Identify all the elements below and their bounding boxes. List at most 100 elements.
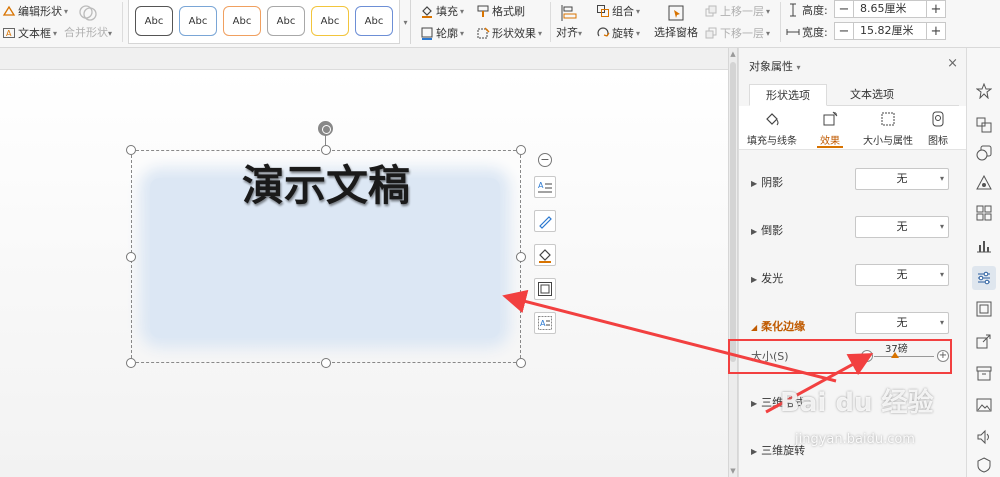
tab-text-options[interactable]: 文本选项 <box>833 84 911 106</box>
panel-tabs: 形状选项 文本选项 <box>749 84 959 106</box>
soft-edges-section-toggle[interactable]: ◢ 柔化边缘 <box>751 318 805 334</box>
shadow-dropdown[interactable]: 无 ▾ <box>855 168 949 190</box>
edit-shape-button[interactable]: 编辑形状 ▾ <box>2 2 68 20</box>
svg-text:A: A <box>538 181 544 190</box>
shield-icon[interactable] <box>975 456 993 474</box>
width-input[interactable]: 15.82厘米 <box>853 23 927 39</box>
fill-color-icon[interactable] <box>975 174 993 192</box>
baidu-watermark-url: jingyan.baidu.com <box>795 432 915 447</box>
ribbon-divider <box>550 2 551 42</box>
right-tool-rail <box>966 48 1000 477</box>
shape-style-4[interactable]: Abc <box>267 6 305 36</box>
float-fill-button[interactable] <box>534 244 556 266</box>
subtab-fill-line[interactable]: 填充与线条 <box>743 108 801 147</box>
subtab-effects[interactable]: 效果 <box>801 108 859 148</box>
svg-text:A: A <box>540 319 546 328</box>
width-increment-button[interactable]: + <box>927 23 945 39</box>
share-icon[interactable] <box>975 332 993 350</box>
audio-icon[interactable] <box>975 428 993 446</box>
close-icon[interactable]: × <box>947 56 958 71</box>
resize-handle-bottom-right[interactable] <box>516 358 526 368</box>
shape-effects-icon <box>476 26 490 40</box>
width-stepper[interactable]: − 15.82厘米 + <box>834 22 946 40</box>
effects-icon <box>821 110 839 128</box>
height-increment-button[interactable]: + <box>927 1 945 17</box>
canvas-scrollbar[interactable]: ▲ ▼ <box>728 48 738 477</box>
resize-handle-right[interactable] <box>516 252 526 262</box>
text-box-button[interactable]: A 文本框 ▾ <box>2 24 57 42</box>
subtab-size-properties[interactable]: 大小与属性 <box>859 108 917 147</box>
fill-button[interactable]: 填充 ▾ <box>420 2 464 20</box>
reflection-section-toggle[interactable]: ▶ 倒影 <box>751 222 783 238</box>
picture-frame-icon[interactable] <box>975 300 993 318</box>
annotation-highlight-box <box>728 339 952 374</box>
float-text-wrap-button[interactable]: A <box>534 312 556 334</box>
group-button[interactable]: 组合 ▾ <box>596 2 640 20</box>
resize-handle-top-right[interactable] <box>516 145 526 155</box>
send-backward-button[interactable]: 下移一层 ▾ <box>704 24 770 42</box>
height-input[interactable]: 8.65厘米 <box>853 1 927 17</box>
tab-shape-options[interactable]: 形状选项 <box>749 84 827 106</box>
copy-icon[interactable] <box>975 144 993 162</box>
subtab-icon[interactable]: 图标 <box>913 108 963 147</box>
float-outline-button[interactable] <box>534 278 556 300</box>
properties-sliders-icon[interactable] <box>972 266 996 290</box>
outline-button[interactable]: 轮廓 ▾ <box>420 24 464 42</box>
glow-section-toggle[interactable]: ▶ 发光 <box>751 270 783 286</box>
resize-handle-bottom-left[interactable] <box>126 358 136 368</box>
fill-bucket-icon <box>539 249 551 263</box>
edit-shape-icon <box>2 4 16 18</box>
scroll-down-icon[interactable]: ▼ <box>729 467 737 475</box>
collapse-toolbar-icon[interactable]: − <box>538 153 552 167</box>
scroll-up-icon[interactable]: ▲ <box>729 50 737 58</box>
float-pen-button[interactable] <box>534 210 556 232</box>
align-button[interactable]: 对齐▾ <box>556 2 582 42</box>
rotate-button[interactable]: 旋转 ▾ <box>596 24 640 42</box>
slide-title[interactable]: 演示文稿 <box>131 152 521 213</box>
format-painter-button[interactable]: 格式刷 <box>476 2 525 20</box>
soft-edges-dropdown[interactable]: 无 ▾ <box>855 312 949 334</box>
archive-icon[interactable] <box>975 364 993 382</box>
merge-shape-button[interactable]: 合并形状▾ <box>64 2 112 42</box>
height-icon <box>786 3 800 17</box>
gallery-more-icon[interactable]: ▾ <box>401 0 411 44</box>
layout-grid-icon[interactable] <box>975 204 993 222</box>
ribbon-divider <box>122 2 123 42</box>
size-properties-icon <box>879 110 897 128</box>
shape-style-3[interactable]: Abc <box>223 6 261 36</box>
float-text-style-button[interactable]: A <box>534 176 556 198</box>
glow-dropdown[interactable]: 无 ▾ <box>855 264 949 286</box>
height-stepper[interactable]: − 8.65厘米 + <box>834 0 946 18</box>
shapes-icon[interactable] <box>975 116 993 134</box>
width-decrement-button[interactable]: − <box>835 23 853 39</box>
resize-handle-bottom[interactable] <box>321 358 331 368</box>
image-icon[interactable] <box>975 396 993 414</box>
pin-icon[interactable] <box>975 82 993 100</box>
fill-bucket-icon <box>420 4 434 18</box>
scrollbar-thumb[interactable] <box>730 62 736 362</box>
panel-title[interactable]: 对象属性 ▾ <box>749 58 801 74</box>
resize-handle-left[interactable] <box>126 252 136 262</box>
shape-style-2[interactable]: Abc <box>179 6 217 36</box>
shape-effects-button[interactable]: 形状效果 ▾ <box>476 24 542 42</box>
outline-icon <box>420 26 434 40</box>
rotate-icon <box>596 26 610 40</box>
shape-style-5[interactable]: Abc <box>311 6 349 36</box>
shadow-section-toggle[interactable]: ▶ 阴影 <box>751 174 783 190</box>
bring-forward-button[interactable]: 上移一层 ▾ <box>704 2 770 20</box>
chart-icon[interactable] <box>975 236 993 254</box>
text-box-icon: A <box>2 26 16 40</box>
bring-forward-icon <box>704 4 718 18</box>
resize-handle-top-left[interactable] <box>126 145 136 155</box>
selection-pane-icon <box>667 4 685 22</box>
resize-handle-top[interactable] <box>321 145 331 155</box>
width-icon <box>786 25 800 39</box>
icon-library-icon <box>929 110 947 128</box>
selection-pane-button[interactable]: 选择窗格 <box>654 2 698 42</box>
reflection-dropdown[interactable]: 无 ▾ <box>855 216 949 238</box>
merge-shape-icon <box>78 4 98 22</box>
height-decrement-button[interactable]: − <box>835 1 853 17</box>
shape-style-1[interactable]: Abc <box>135 6 173 36</box>
rotate-handle-icon[interactable] <box>318 121 333 136</box>
shape-style-6[interactable]: Abc <box>355 6 393 36</box>
